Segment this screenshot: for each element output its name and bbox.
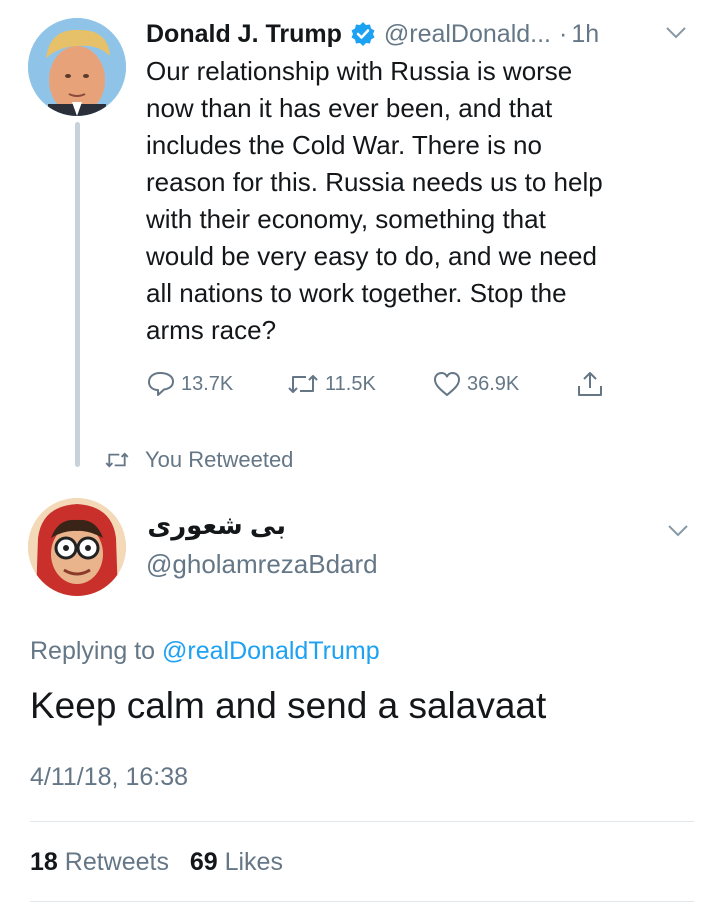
avatar[interactable]	[28, 18, 126, 116]
retweets-stat[interactable]: 18 Retweets	[30, 848, 169, 876]
reply-button[interactable]: 13.7K	[146, 370, 286, 398]
share-button[interactable]	[575, 369, 610, 399]
retweet-notice-label: You Retweeted	[145, 447, 294, 472]
likes-stat[interactable]: 69 Likes	[190, 848, 283, 876]
retweets-label: Retweets	[64, 848, 169, 876]
share-icon	[578, 372, 602, 396]
tweet-time[interactable]: 1h	[571, 20, 599, 49]
chevron-down-icon[interactable]	[664, 24, 688, 42]
heart-icon	[434, 372, 460, 396]
likes-count: 69	[189, 848, 218, 876]
author-name[interactable]: Donald J. Trump	[146, 20, 342, 49]
avatar-image	[28, 498, 126, 596]
reply-count: 13.7K	[181, 372, 234, 395]
mention-link[interactable]: @realDonaldTrump	[162, 637, 380, 665]
replying-prefix: Replying to	[30, 637, 156, 665]
retweets-count: 18	[30, 848, 58, 876]
retweet-button[interactable]: 11.5K	[286, 371, 432, 397]
avatar[interactable]	[28, 498, 126, 596]
like-button[interactable]: 36.9K	[432, 370, 575, 398]
chevron-down-icon[interactable]	[666, 522, 690, 540]
tweet-actions: 13.7K 11.5K 36.9K	[146, 367, 626, 401]
retweet-icon	[288, 375, 318, 393]
tweet-timestamp[interactable]: 4/11/18, 16:38	[30, 763, 188, 792]
like-count: 36.9K	[467, 372, 520, 395]
tweet-stats: 18 Retweets 69 Likes	[30, 848, 283, 877]
retweet-count: 11.5K	[325, 372, 376, 395]
verified-badge-icon	[350, 21, 376, 47]
likes-label: Likes	[224, 848, 283, 876]
tweet-header: Donald J. Trump @realDonald... · 1h	[146, 16, 706, 52]
tweet-text: Keep calm and send a salavaat	[30, 685, 547, 726]
replying-to: Replying to @realDonaldTrump	[30, 637, 380, 666]
divider	[30, 821, 694, 822]
avatar-image	[28, 18, 126, 116]
author-name[interactable]: بی شعوری	[146, 510, 286, 541]
divider	[30, 901, 694, 902]
retweet-notice: You Retweeted	[103, 445, 293, 475]
thread-line	[75, 122, 80, 467]
reply-icon	[148, 372, 174, 396]
author-handle[interactable]: @gholamrezaBdard	[146, 549, 378, 580]
tweet-text: Our relationship with Russia is worse no…	[146, 56, 603, 345]
author-handle[interactable]: @realDonald...	[384, 20, 551, 49]
retweet-icon	[105, 452, 129, 468]
tweet-separator: ·	[559, 19, 568, 48]
